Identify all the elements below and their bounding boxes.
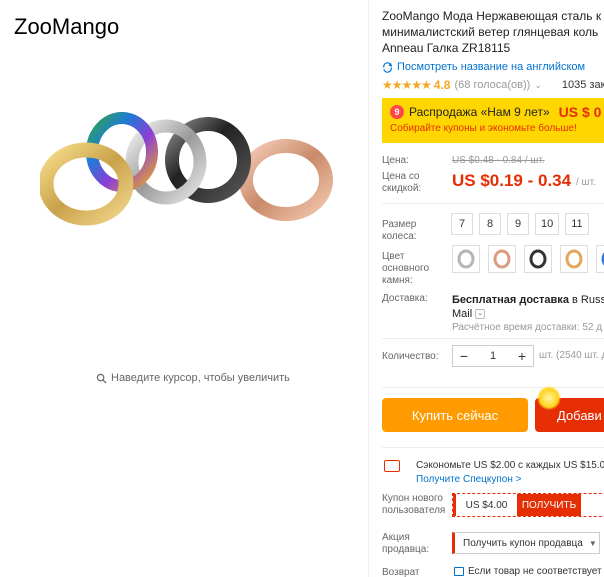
product-detail: ZooMango Мода Нержавеющая сталь к минима… <box>382 0 604 577</box>
zoom-hint-text: Наведите курсор, чтобы увеличить <box>111 372 290 384</box>
quantity-available: шт. (2540 шт. д <box>539 350 604 361</box>
product-gallery: ZooMango Наведите курсор, чтобы увеличит… <box>0 0 368 577</box>
promo-badge-icon: 9 <box>390 105 404 119</box>
pane-divider <box>368 0 369 577</box>
color-option-black[interactable] <box>524 245 552 273</box>
color-option-rainbow[interactable] <box>596 245 604 273</box>
caret-down-icon: ▼ <box>588 538 597 548</box>
discount-price-label: Цена со скидкой: <box>382 171 422 194</box>
size-options: 7 8 9 10 11 <box>451 213 589 235</box>
quantity-stepper: − 1 + <box>452 345 534 367</box>
votes-link[interactable]: (68 голоса(ов)) <box>454 79 530 91</box>
separator <box>382 338 604 339</box>
seller-coupon-dropdown[interactable]: Получить купон продавца ▼ <box>452 532 600 554</box>
per-unit: / шт. <box>576 177 596 188</box>
special-coupon-link[interactable]: Получите Спецкупон > <box>416 474 522 485</box>
title-line: минималистский ветер глянцевая коль <box>382 25 599 39</box>
title-line: Anneau Галка ZR18115 <box>382 41 511 55</box>
quantity-plus-button[interactable]: + <box>511 348 533 364</box>
size-option-11[interactable]: 11 <box>565 213 589 235</box>
quantity-label: Количество: <box>382 351 439 362</box>
coupon-icon <box>384 460 400 472</box>
size-label: Размер колеса: <box>382 219 417 242</box>
seller-promo-label: Акция продавца: <box>382 532 430 555</box>
ring-rose-gold <box>239 139 333 221</box>
title-line: ZooMango Мода Нержавеющая сталь к <box>382 9 602 23</box>
translate-icon <box>383 61 393 73</box>
old-price: US $0.48 - 0.84 / шт. <box>452 155 545 166</box>
return-label: Возврат <box>382 567 420 577</box>
color-option-gold[interactable] <box>560 245 588 273</box>
shipping-estimate: Расчётное время доставки: 52 д <box>452 322 603 333</box>
shipping-label: Доставка: <box>382 293 428 304</box>
promo-price: US $ 0 <box>558 104 602 120</box>
shipping-value[interactable]: Бесплатная доставка в Russian Mail ⌄ <box>452 293 604 321</box>
color-label: Цвет основного камня: <box>382 251 430 286</box>
black-ring-icon <box>529 249 547 269</box>
shipping-method: Mail <box>452 308 473 320</box>
rating-value: 4.8 <box>433 78 451 92</box>
size-option-7[interactable]: 7 <box>451 213 473 235</box>
separator <box>382 387 604 388</box>
chevron-down-icon[interactable]: ⌄ <box>475 309 486 320</box>
buy-now-button[interactable]: Купить сейчас <box>382 398 528 432</box>
translate-title-link[interactable]: Посмотреть название на английском <box>382 61 585 73</box>
separator <box>382 447 604 448</box>
quantity-input[interactable]: 1 <box>475 350 511 362</box>
zoom-hint: Наведите курсор, чтобы увеличить <box>96 372 290 384</box>
size-option-10[interactable]: 10 <box>535 213 560 235</box>
rainbow-ring-icon <box>601 252 604 266</box>
seller-coupon-text: Получить купон продавца <box>463 537 583 549</box>
quantity-minus-button[interactable]: − <box>453 348 475 364</box>
new-user-coupon: US $4.00 ПОЛУЧИТЬ <box>452 493 604 517</box>
return-policy-icon <box>454 567 464 576</box>
silver-ring-icon <box>457 249 475 269</box>
sparkle-icon <box>537 386 561 410</box>
size-option-9[interactable]: 9 <box>507 213 529 235</box>
chevron-down-icon[interactable]: ⌄ <box>534 80 542 91</box>
orders-count: 1035 заказ <box>561 79 604 91</box>
color-options <box>452 245 604 273</box>
promo-subtext: Собирайте купоны и экономьте больше! <box>390 123 577 134</box>
brand-logo-text: ZooMango <box>14 14 120 39</box>
free-shipping-text: Бесплатная доставка <box>452 294 569 306</box>
get-coupon-button[interactable]: ПОЛУЧИТЬ <box>517 494 581 516</box>
save-offer-text: Сэкономьте US $2.00 с каждых US $15.00 <box>416 460 604 471</box>
color-option-silver[interactable] <box>452 245 480 273</box>
rating-row: ★★★★★ 4.8 (68 голоса(ов)) ⌄ 1035 заказ <box>382 78 604 92</box>
new-user-coupon-label: Купон нового пользователя <box>382 493 446 516</box>
color-option-rose-gold[interactable] <box>488 245 516 273</box>
price-label: Цена: <box>382 155 409 166</box>
promo-label: Распродажа «Нам 9 лет» <box>409 105 550 119</box>
rose-gold-ring-icon <box>493 249 511 269</box>
product-title: ZooMango Мода Нержавеющая сталь к минима… <box>382 8 604 56</box>
sale-price: US $0.19 - 0.34 <box>452 171 572 190</box>
separator <box>382 203 604 204</box>
gold-ring-icon <box>565 249 583 269</box>
coupon-amount: US $4.00 <box>453 494 517 516</box>
star-rating-icons: ★★★★★ <box>382 78 432 92</box>
product-image[interactable] <box>40 110 340 260</box>
return-policy-text: Если товар не соответствует о <box>468 566 604 577</box>
translate-link-text: Посмотреть название на английском <box>397 61 586 73</box>
promo-banner[interactable]: 9 Распродажа «Нам 9 лет» US $ 0 Собирайт… <box>382 98 604 143</box>
shipping-destination: в Russian <box>572 294 604 306</box>
size-option-8[interactable]: 8 <box>479 213 501 235</box>
magnifier-icon <box>96 373 107 384</box>
